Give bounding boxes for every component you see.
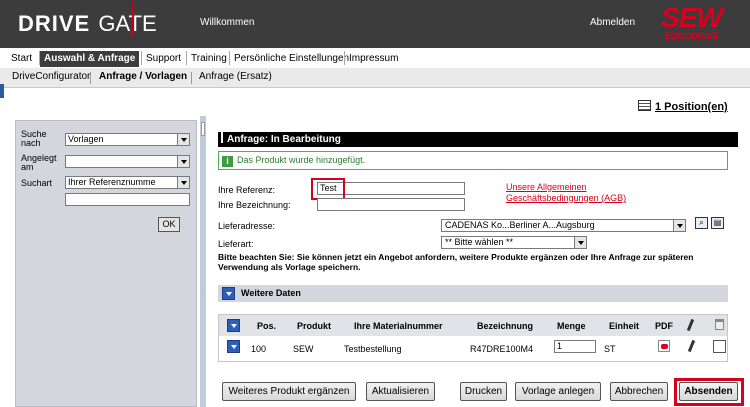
lieferart-select[interactable]: ** Bitte wählen ** bbox=[441, 236, 587, 249]
angelegt-am-select[interactable] bbox=[65, 155, 190, 168]
agb-link[interactable]: Unsere Allgemeinen Geschäftsbedingungen … bbox=[506, 182, 646, 204]
bezeichnung-label: Ihre Bezeichnung: bbox=[218, 200, 291, 210]
nav-item-training[interactable]: Training bbox=[187, 51, 231, 67]
suchart-label: Suchart bbox=[21, 178, 53, 188]
cart-list-icon bbox=[638, 100, 651, 111]
th-materialnummer: Ihre Materialnummer bbox=[354, 321, 443, 331]
main-nav: Start Auswahl & Anfrage Support Training… bbox=[0, 48, 750, 68]
chevron-down-icon[interactable] bbox=[177, 134, 189, 145]
menge-input[interactable]: 1 bbox=[554, 340, 596, 353]
lieferart-label: Lieferart: bbox=[218, 239, 254, 249]
referenz-highlight bbox=[311, 178, 345, 200]
chevron-down-icon[interactable] bbox=[574, 237, 586, 248]
logo-drive-text: DRIVE bbox=[18, 11, 91, 36]
table-header: Pos. Produkt Ihre Materialnummer Bezeich… bbox=[219, 315, 727, 336]
cell-pos: 100 bbox=[251, 344, 267, 354]
positions-link[interactable]: 1 Position(en) bbox=[638, 100, 728, 113]
th-bezeichnung: Bezeichnung bbox=[477, 321, 534, 331]
weitere-daten-bar[interactable]: Weitere Daten bbox=[218, 285, 728, 302]
address-book-icon[interactable]: ▤ bbox=[711, 217, 724, 229]
positions-table: Pos. Produkt Ihre Materialnummer Bezeich… bbox=[218, 314, 728, 362]
form-title-bar: Anfrage: In Bearbeitung bbox=[218, 132, 738, 147]
nav-item-impressum[interactable]: Impressum bbox=[345, 51, 402, 67]
brand-line2: EURODRIVE bbox=[665, 31, 719, 41]
edit-icon[interactable] bbox=[687, 339, 696, 353]
expand-weitere-daten-button[interactable] bbox=[222, 287, 235, 300]
welcome-text: Willkommen bbox=[200, 17, 255, 28]
subnav-item-anfrage-vorlagen[interactable]: Anfrage / Vorlagen bbox=[99, 71, 187, 82]
suchart-value: Ihrer Referenznumme bbox=[68, 177, 156, 187]
vorlage-anlegen-button[interactable]: Vorlage anlegen bbox=[515, 382, 601, 401]
bezeichnung-input[interactable] bbox=[317, 198, 465, 211]
form-title: Anfrage: In Bearbeitung bbox=[227, 134, 341, 145]
angelegt-am-label: Angelegt am bbox=[21, 153, 57, 172]
drucken-button[interactable]: Drucken bbox=[460, 382, 507, 401]
lieferart-value: ** Bitte wählen ** bbox=[445, 237, 514, 247]
suche-nach-value: Vorlagen bbox=[68, 134, 104, 144]
search-input[interactable] bbox=[65, 193, 190, 206]
row-select-checkbox[interactable] bbox=[713, 340, 726, 353]
cell-einheit: ST bbox=[604, 344, 616, 354]
subnav-item-anfrage-ersatz[interactable]: Anfrage (Ersatz) bbox=[199, 71, 272, 82]
sub-nav: DriveConfigurator Anfrage / Vorlagen Anf… bbox=[0, 68, 750, 88]
pdf-icon[interactable] bbox=[658, 340, 670, 352]
panel-divider bbox=[200, 116, 206, 407]
header-expand-button[interactable] bbox=[227, 319, 240, 332]
drivegate-logo[interactable]: DRIVE GATE bbox=[18, 1, 157, 37]
positions-label: 1 Position(en) bbox=[655, 101, 728, 113]
main-content: Anfrage: In Bearbeitung i Das Produkt wur… bbox=[212, 116, 750, 407]
referenz-label: Ihre Referenz: bbox=[218, 185, 276, 195]
nav-item-auswahl-anfrage[interactable]: Auswahl & Anfrage bbox=[40, 51, 140, 67]
address-search-icon[interactable]: ⌕ bbox=[695, 217, 708, 229]
app-header: DRIVE GATE Willkommen Abmelden SEW EUROD… bbox=[0, 0, 750, 48]
info-message: i Das Produkt wurde hinzugefügt. bbox=[218, 151, 728, 170]
th-pdf: PDF bbox=[655, 321, 673, 331]
nav-item-start[interactable]: Start bbox=[7, 51, 36, 67]
weiteres-produkt-button[interactable]: Weiteres Produkt ergänzen bbox=[222, 382, 356, 401]
weitere-daten-label: Weitere Daten bbox=[241, 288, 301, 298]
absenden-button[interactable]: Absenden bbox=[679, 382, 738, 401]
aktualisieren-button[interactable]: Aktualisieren bbox=[366, 382, 435, 401]
lieferadresse-value: CADENAS Ko...Berliner A...Augsburg bbox=[445, 220, 595, 230]
th-einheit: Einheit bbox=[609, 321, 640, 331]
row-expand-button[interactable] bbox=[227, 340, 240, 353]
subnav-separator bbox=[191, 72, 192, 84]
title-indicator bbox=[221, 132, 223, 143]
chevron-down-icon[interactable] bbox=[177, 156, 189, 167]
logo-gate-text: GATE bbox=[98, 11, 157, 36]
chevron-down-icon[interactable] bbox=[673, 220, 685, 231]
cell-bezeichnung: R47DRE100M4 bbox=[470, 344, 534, 354]
th-pos: Pos. bbox=[257, 321, 277, 331]
ok-button[interactable]: OK bbox=[158, 217, 180, 232]
edit-header-icon bbox=[686, 318, 695, 332]
sew-eurodrive-logo: SEW EURODRIVE bbox=[661, 2, 745, 46]
cell-materialnummer: Testbestellung bbox=[344, 344, 402, 354]
chevron-down-icon[interactable] bbox=[177, 177, 189, 188]
cell-produkt: SEW bbox=[293, 344, 314, 354]
lieferadresse-select[interactable]: CADENAS Ko...Berliner A...Augsburg bbox=[441, 219, 686, 232]
th-produkt: Produkt bbox=[297, 321, 332, 331]
th-menge: Menge bbox=[557, 321, 586, 331]
search-panel: Suche nach Vorlagen Angelegt am Suchart … bbox=[15, 120, 197, 407]
suchart-select[interactable]: Ihrer Referenznumme bbox=[65, 176, 190, 189]
nav-item-persoenliche-einstellungen[interactable]: Persönliche Einstellungen bbox=[230, 51, 353, 67]
suche-nach-label: Suche nach bbox=[21, 129, 47, 148]
brand-line1: SEW bbox=[661, 2, 723, 33]
lieferadresse-label: Lieferadresse: bbox=[218, 221, 276, 231]
suche-nach-select[interactable]: Vorlagen bbox=[65, 133, 190, 146]
nav-item-support[interactable]: Support bbox=[142, 51, 185, 67]
subnav-separator bbox=[90, 72, 91, 84]
logout-link[interactable]: Abmelden bbox=[590, 17, 635, 28]
collapse-tab[interactable] bbox=[0, 84, 4, 98]
trash-icon[interactable] bbox=[715, 319, 724, 330]
info-icon: i bbox=[222, 156, 233, 167]
abbrechen-button[interactable]: Abbrechen bbox=[610, 382, 668, 401]
divider-handle[interactable] bbox=[201, 122, 205, 136]
notice-text: Bitte beachten Sie: Sie können jetzt ein… bbox=[218, 252, 694, 272]
logo-red-bar bbox=[132, 1, 134, 37]
info-message-text: Das Produkt wurde hinzugefügt. bbox=[237, 155, 366, 165]
subnav-item-driveconfigurator[interactable]: DriveConfigurator bbox=[12, 71, 90, 82]
